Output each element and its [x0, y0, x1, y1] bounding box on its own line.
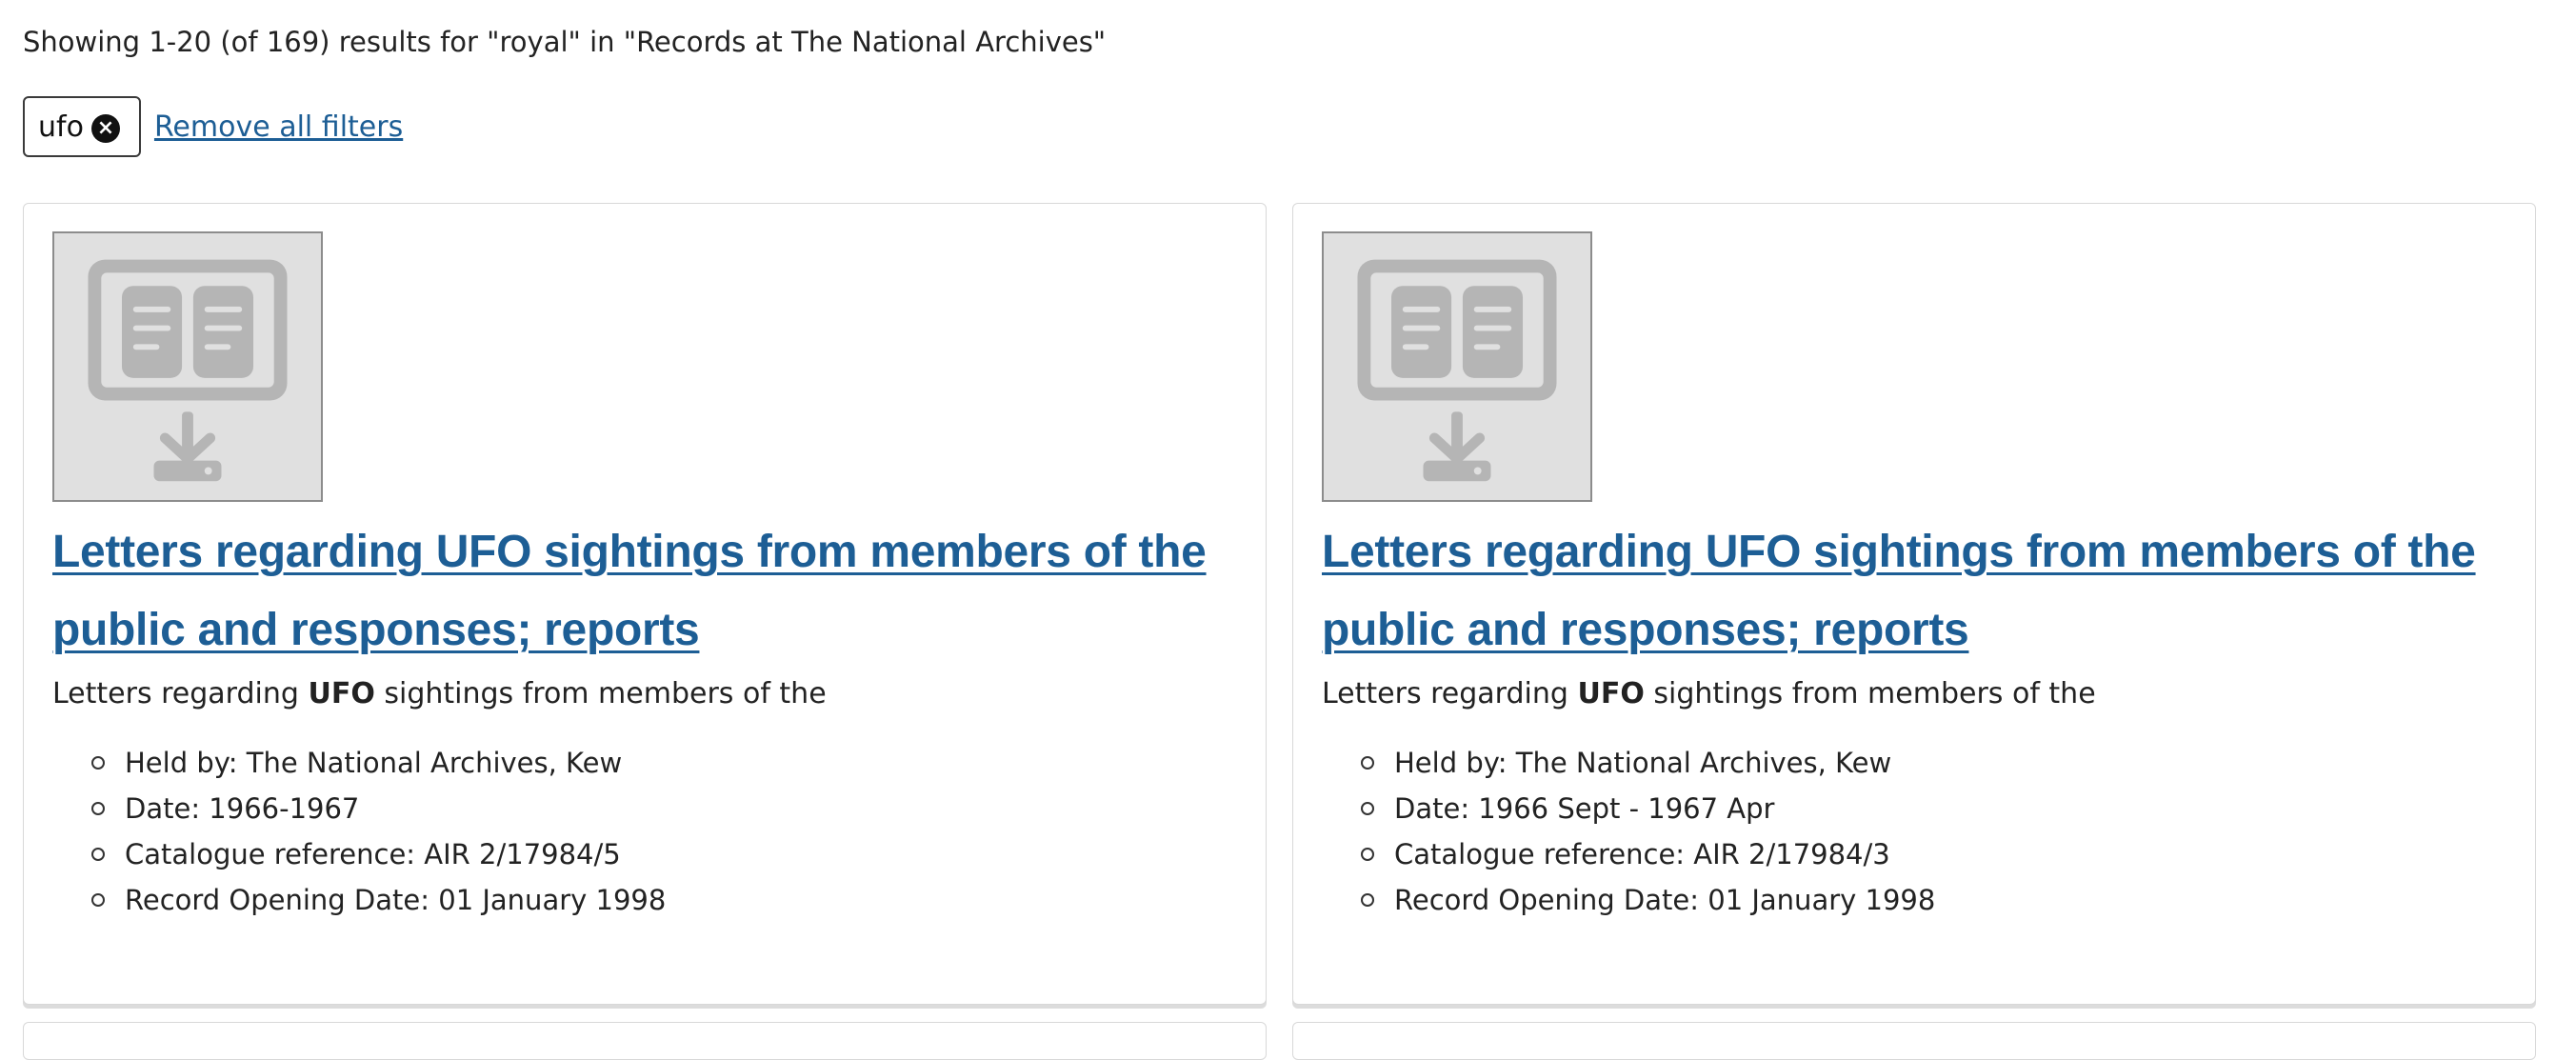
result-metadata-list: Held by: The National Archives, Kew Date… — [52, 740, 666, 923]
meta-record-opening-date: Record Opening Date: 01 January 1998 — [1322, 877, 1935, 923]
meta-catalogue-reference: Catalogue reference: AIR 2/17984/3 — [1322, 831, 1935, 877]
meta-catalogue-reference: Catalogue reference: AIR 2/17984/5 — [52, 831, 666, 877]
meta-date: Date: 1966-1967 — [52, 786, 666, 831]
result-card: Letters regarding UFO sightings from mem… — [23, 203, 1267, 1005]
filter-chip-ufo[interactable]: ufo × — [23, 96, 141, 157]
results-summary: Showing 1-20 (of 169) results for "royal… — [23, 26, 1107, 58]
result-metadata-list: Held by: The National Archives, Kew Date… — [1322, 740, 1935, 923]
result-title-link[interactable]: Letters regarding UFO sightings from mem… — [1322, 513, 2503, 670]
result-title-link[interactable]: Letters regarding UFO sightings from mem… — [52, 513, 1233, 670]
result-card: Letters regarding UFO sightings from mem… — [1292, 203, 2536, 1005]
result-card-partial — [1292, 1022, 2536, 1060]
meta-record-opening-date: Record Opening Date: 01 January 1998 — [52, 877, 666, 923]
result-snippet: Letters regarding UFO sightings from mem… — [1322, 677, 2096, 710]
snippet-highlight: UFO — [1577, 677, 1645, 710]
digital-document-download-icon[interactable] — [1322, 231, 1592, 502]
active-filters: ufo × Remove all filters — [23, 94, 403, 159]
remove-all-filters-link[interactable]: Remove all filters — [154, 110, 403, 144]
snippet-highlight: UFO — [308, 677, 375, 710]
result-snippet: Letters regarding UFO sightings from mem… — [52, 677, 827, 710]
meta-date: Date: 1966 Sept - 1967 Apr — [1322, 786, 1935, 831]
meta-held-by: Held by: The National Archives, Kew — [1322, 740, 1935, 786]
result-card-partial — [23, 1022, 1267, 1060]
digital-document-download-icon[interactable] — [52, 231, 323, 502]
close-circle-icon[interactable]: × — [90, 114, 120, 143]
meta-held-by: Held by: The National Archives, Kew — [52, 740, 666, 786]
filter-chip-label: ufo — [38, 110, 84, 144]
